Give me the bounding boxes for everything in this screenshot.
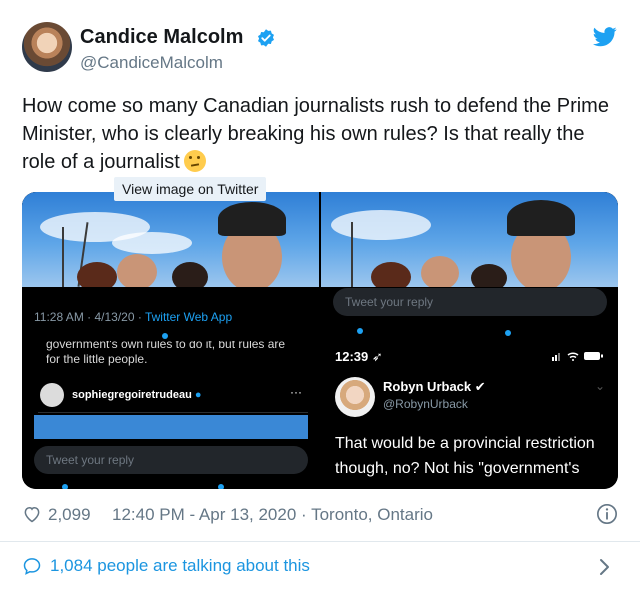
verified-badge-icon: ● — [194, 389, 202, 401]
reply-input[interactable]: Tweet your reply — [333, 288, 607, 316]
reply-user-name: Robyn Urback ✔ — [383, 379, 486, 395]
media-grid[interactable]: 11:28 AM · 4/13/20 · Twitter Web App Twe… — [22, 192, 618, 489]
reply-input[interactable]: Tweet your reply — [34, 446, 308, 474]
media-image-2[interactable]: Tweet your reply — [321, 192, 618, 339]
selfie-photo-2 — [321, 192, 618, 287]
twitter-web-app-link[interactable]: Twitter Web App — [145, 310, 232, 324]
media-image-1[interactable]: 11:28 AM · 4/13/20 · Twitter Web App — [22, 192, 319, 339]
media-image-4[interactable]: 12:39 ➶ Robyn Urback ✔ @RobynUrback ⌄ Th… — [321, 341, 618, 489]
like-icon — [218, 484, 224, 489]
verified-badge-icon: ✔ — [474, 379, 486, 394]
user-avatar — [40, 383, 64, 407]
quoted-tweet-text: government's own rules to do it, but rul… — [46, 341, 286, 366]
quoted-username-text: sophiegregoiretrudeau — [72, 389, 192, 401]
speech-bubble-icon — [23, 558, 41, 575]
like-count[interactable]: 2,099 — [48, 505, 91, 525]
comment-icon — [357, 328, 363, 334]
robyn-avatar — [335, 377, 375, 417]
selfie-photo-1 — [22, 192, 319, 287]
like-icon — [162, 333, 168, 339]
tweet-text-content: How come so many Canadian journalists ru… — [22, 95, 609, 173]
reply-user-name-text: Robyn Urback — [383, 379, 472, 394]
heart-icon[interactable] — [22, 504, 42, 524]
tweet-timestamp[interactable]: 12:40 PM - Apr 13, 2020 · Toronto, Ontar… — [112, 505, 433, 525]
author-handle[interactable]: @CandiceMalcolm — [80, 53, 223, 73]
reply-user-row: Robyn Urback ✔ @RobynUrback ⌄ — [335, 377, 605, 417]
verified-badge-icon — [258, 29, 274, 47]
reply-user-handle: @RobynUrback — [383, 397, 468, 411]
phone-status-icons — [552, 352, 603, 361]
phone-status-time: 12:39 ➶ — [335, 349, 383, 364]
quoted-image-preview — [34, 415, 308, 439]
embedded-tweet: Candice Malcolm @CandiceMalcolm How come… — [0, 0, 640, 589]
tweet-meta-time-text: 11:28 AM · 4/13/20 · — [34, 310, 145, 324]
chevron-down-icon: ⌄ — [594, 379, 605, 393]
quoted-user-row: sophiegregoiretrudeau ● ··· — [38, 381, 308, 413]
quoted-username: sophiegregoiretrudeau ● — [72, 389, 202, 401]
divider — [0, 541, 640, 542]
more-options-icon[interactable]: ··· — [290, 385, 302, 399]
twitter-bird-icon[interactable] — [593, 26, 617, 48]
info-icon[interactable] — [596, 503, 618, 525]
comment-icon — [62, 484, 68, 489]
like-icon — [505, 330, 511, 336]
tweet-meta-time: 11:28 AM · 4/13/20 · Twitter Web App — [34, 310, 232, 324]
view-image-tooltip[interactable]: View image on Twitter — [114, 177, 267, 201]
tweet-stats: 2,099 12:40 PM - Apr 13, 2020 · Toronto,… — [22, 502, 618, 528]
author-display-name[interactable]: Candice Malcolm — [80, 26, 243, 49]
phone-status-time-text: 12:39 — [335, 349, 369, 364]
thinking-face-emoji-icon — [183, 150, 206, 172]
conversation-label[interactable]: 1,084 people are talking about this — [50, 556, 310, 576]
tweet-text: How come so many Canadian journalists ru… — [22, 92, 612, 176]
media-image-3[interactable]: government's own rules to do it, but rul… — [22, 341, 319, 489]
chevron-right-icon[interactable] — [598, 557, 612, 577]
author-avatar[interactable] — [22, 22, 72, 72]
reply-tweet-text: That would be a provincial restriction t… — [335, 435, 595, 477]
